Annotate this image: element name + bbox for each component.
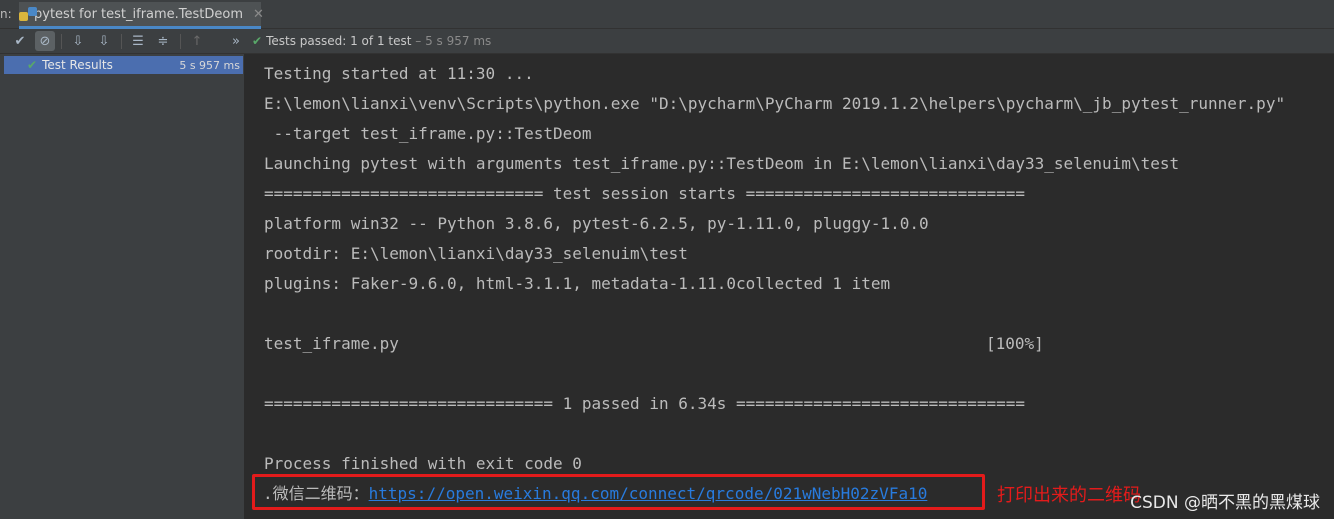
tool-window-prefix: n: <box>0 7 12 21</box>
prev-failed-icon[interactable]: ↑ <box>187 31 207 51</box>
more-icon[interactable]: » <box>226 31 246 51</box>
toolbar-divider <box>121 34 122 49</box>
close-icon[interactable]: ✕ <box>253 7 264 22</box>
wechat-qrcode-link[interactable]: https://open.weixin.qq.com/connect/qrcod… <box>369 484 928 503</box>
annotation-label: 打印出来的二维码 <box>997 485 1141 506</box>
wechat-qrcode-prefix: .微信二维码： <box>263 484 369 503</box>
toolbar-divider <box>180 34 181 49</box>
tab-pytest-run[interactable]: pytest for test_iframe.TestDeom ✕ <box>19 2 264 29</box>
show-ignored-icon[interactable]: ⊘ <box>35 31 55 51</box>
collapse-all-icon[interactable]: ≑ <box>153 31 173 51</box>
console-line: ============================= test sessi… <box>264 184 1025 203</box>
console-line: plugins: Faker-9.6.0, html-3.1.1, metada… <box>264 274 891 293</box>
test-status: ✔ Tests passed: 1 of 1 test – 5 s 957 ms <box>252 34 491 48</box>
console-line: Testing started at 11:30 ... <box>264 64 534 83</box>
csdn-watermark: CSDN @晒不黑的黑煤球 <box>1130 493 1320 513</box>
console-line: test_iframe.py <box>264 334 399 353</box>
test-tree-panel: ✔ Test Results 5 s 957 ms <box>0 54 245 519</box>
check-icon: ✔ <box>27 58 38 72</box>
expand-all-icon[interactable]: ☰ <box>128 31 148 51</box>
console-line: Process finished with exit code 0 <box>264 454 582 473</box>
tab-label: pytest for test_iframe.TestDeom <box>34 6 244 22</box>
console-line: E:\lemon\lianxi\venv\Scripts\python.exe … <box>264 94 1286 113</box>
wechat-qrcode-line: .微信二维码：https://open.weixin.qq.com/connec… <box>263 484 927 504</box>
progress-percent: [100%] <box>986 334 1044 353</box>
check-icon: ✔ <box>252 34 263 48</box>
sort-alpha-icon[interactable]: ⇩ <box>68 31 88 51</box>
tree-item-test-results[interactable]: ✔ Test Results 5 s 957 ms <box>4 56 243 74</box>
status-label: Tests passed: <box>266 34 347 48</box>
status-time: – 5 s 957 ms <box>415 34 492 48</box>
console-line: platform win32 -- Python 3.8.6, pytest-6… <box>264 214 929 233</box>
console-line: Launching pytest with arguments test_ifr… <box>264 154 1180 173</box>
console-line: --target test_iframe.py::TestDeom <box>264 124 592 143</box>
tree-item-duration: 5 s 957 ms <box>179 58 240 72</box>
console-line: rootdir: E:\lemon\lianxi\day33_selenuim\… <box>264 244 688 263</box>
console-line: ============================== 1 passed … <box>264 394 1025 413</box>
tree-item-label: Test Results <box>42 58 113 72</box>
tab-bar: n: pytest for test_iframe.TestDeom ✕ <box>0 0 1334 29</box>
status-count: 1 of 1 test <box>350 34 412 48</box>
test-runner-toolbar: ✔ ⊘ ⇩ ⇩ ☰ ≑ ↑ » ✔ Tests passed: 1 of 1 te… <box>0 29 1334 54</box>
console-output[interactable]: Testing started at 11:30 ... E:\lemon\li… <box>245 54 1334 519</box>
show-passed-icon[interactable]: ✔ <box>10 31 30 51</box>
toolbar-divider <box>61 34 62 49</box>
sort-duration-icon[interactable]: ⇩ <box>94 31 114 51</box>
